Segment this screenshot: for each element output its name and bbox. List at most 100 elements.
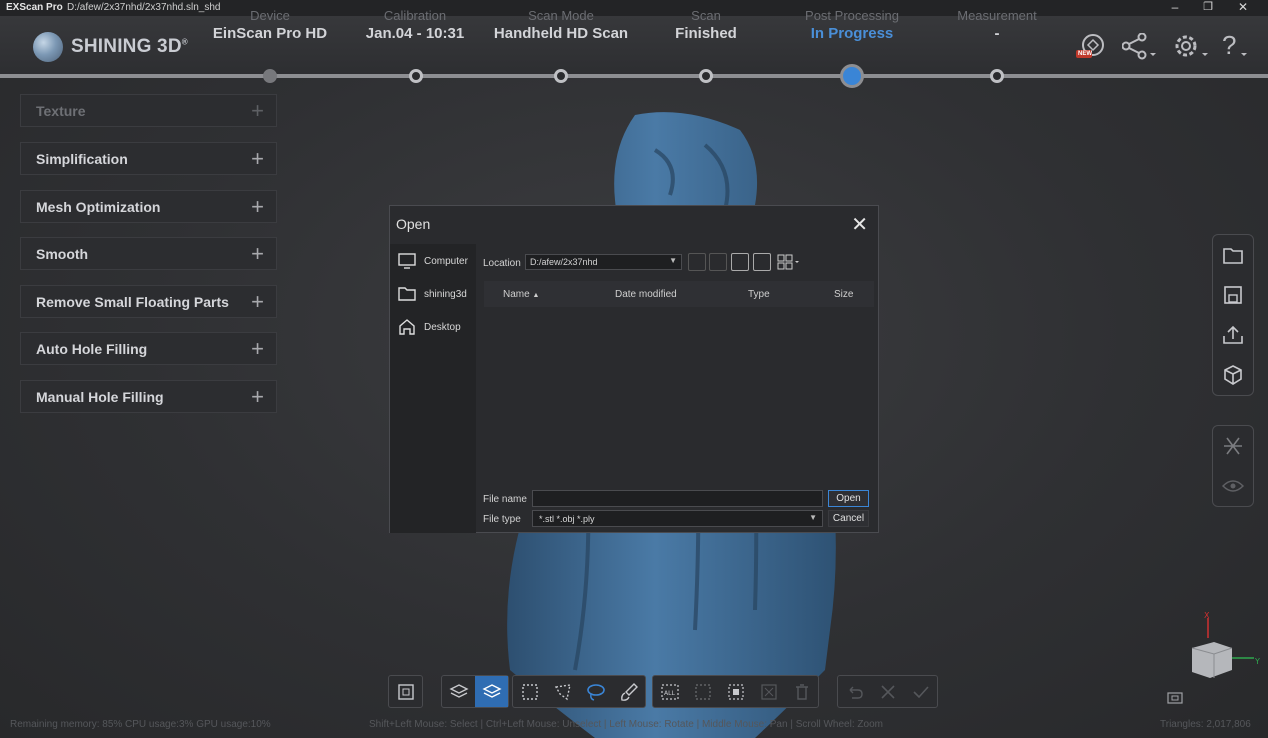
folder-icon [398, 287, 416, 301]
mesh-align-icon[interactable] [1213, 426, 1253, 466]
sidebar-item-computer[interactable]: Computer [398, 253, 468, 269]
brand-name: SHINING 3D [71, 36, 182, 57]
column-size[interactable]: Size [834, 289, 853, 300]
file-name-input[interactable] [532, 490, 823, 507]
location-value: D:/afew/2x37nhd [530, 257, 598, 267]
sidebar-item-shining3d[interactable]: shining3d [398, 286, 467, 302]
panel-remove-floating-parts[interactable]: Remove Small Floating Parts + [20, 285, 277, 318]
step-scan-mode[interactable]: Scan Mode Handheld HD Scan [486, 8, 636, 42]
brand-mark: ® [181, 37, 188, 47]
step-measurement[interactable]: Measurement - [922, 8, 1072, 42]
open-dialog: Open ✕ Computer shining3d Desktop Locati… [389, 205, 879, 533]
file-type-label: File type [483, 514, 521, 525]
file-type-select[interactable]: *.stl *.obj *.ply ▼ [532, 510, 823, 527]
axis-gizmo[interactable]: X Y [1180, 608, 1260, 688]
step-post-processing[interactable]: Post Processing In Progress [777, 8, 927, 42]
column-name[interactable]: Name ▲ [503, 289, 539, 300]
step-label: Scan Mode [528, 8, 594, 23]
step-node[interactable] [990, 69, 1004, 83]
toolbar-view-group [388, 675, 423, 708]
undo-icon[interactable] [838, 676, 871, 707]
step-label: Calibration [383, 8, 447, 23]
apply-check-icon[interactable] [904, 676, 937, 707]
clear-select-icon[interactable] [752, 676, 785, 707]
panel-label: Auto Hole Filling [36, 341, 148, 357]
panel-manual-hole-filling[interactable]: Manual Hole Filling + [20, 380, 277, 413]
step-node-current[interactable] [840, 64, 864, 88]
sidebar-item-desktop[interactable]: Desktop [398, 319, 461, 335]
step-device[interactable]: Device EinScan Pro HD [195, 8, 345, 42]
cancel-button[interactable]: Cancel [828, 510, 869, 527]
mouse-hints: Shift+Left Mouse: Select | Ctrl+Left Mou… [369, 719, 883, 730]
invert-select-icon[interactable] [686, 676, 719, 707]
brush-select-icon[interactable] [612, 676, 645, 707]
file-tools-group [1212, 234, 1254, 396]
save-icon[interactable] [1213, 275, 1253, 315]
step-value: Jan.04 - 10:31 [365, 25, 465, 42]
panel-smooth[interactable]: Smooth + [20, 237, 277, 270]
dialog-title: Open [396, 216, 431, 232]
help-icon[interactable]: ? [1222, 30, 1247, 61]
parent-folder-icon[interactable] [731, 253, 749, 271]
sidebar-label: Computer [424, 255, 468, 267]
fit-view-icon[interactable] [389, 676, 422, 707]
step-value: EinScan Pro HD [212, 25, 328, 42]
column-date-modified[interactable]: Date modified [615, 289, 677, 300]
expand-plus-icon[interactable]: + [251, 98, 264, 124]
step-node[interactable] [409, 69, 423, 83]
lasso-select-icon[interactable] [579, 676, 612, 707]
step-label: Scan [691, 8, 721, 23]
polygon-select-icon[interactable] [546, 676, 579, 707]
panel-mesh-optimization[interactable]: Mesh Optimization + [20, 190, 277, 223]
dialog-sidebar: Computer shining3d Desktop [390, 244, 476, 533]
dialog-main: Location D:/afew/2x37nhd ▼ Name ▲ Date m… [476, 244, 878, 533]
panel-label: Mesh Optimization [36, 199, 161, 215]
gear-icon[interactable] [1172, 32, 1210, 67]
expand-plus-icon[interactable]: + [251, 241, 264, 267]
expand-plus-icon[interactable]: + [251, 384, 264, 410]
restore-button[interactable]: ❐ [1198, 0, 1218, 13]
step-node[interactable] [263, 69, 277, 83]
step-node[interactable] [554, 69, 568, 83]
expand-plus-icon[interactable]: + [251, 336, 264, 362]
select-all-icon[interactable]: ALL [653, 676, 686, 707]
new-folder-icon[interactable] [753, 253, 771, 271]
view-mode-icon[interactable] [777, 253, 801, 276]
trash-icon[interactable] [785, 676, 818, 707]
open-folder-icon[interactable] [1213, 235, 1253, 275]
panel-texture[interactable]: Texture + [20, 94, 277, 127]
step-node[interactable] [699, 69, 713, 83]
step-calibration[interactable]: Calibration Jan.04 - 10:31 [340, 8, 490, 42]
layers-icon[interactable] [442, 676, 475, 707]
scanner-new-icon[interactable]: NEW [1076, 32, 1108, 65]
rect-select-icon[interactable] [513, 676, 546, 707]
step-label: Post Processing [805, 8, 899, 23]
location-select[interactable]: D:/afew/2x37nhd ▼ [525, 254, 682, 270]
cancel-x-icon[interactable] [871, 676, 904, 707]
panel-label: Simplification [36, 151, 128, 167]
eye-icon[interactable] [1213, 466, 1253, 506]
panel-label: Remove Small Floating Parts [36, 294, 229, 310]
back-icon[interactable] [688, 253, 706, 271]
column-type[interactable]: Type [748, 289, 770, 300]
open-button[interactable]: Open [828, 490, 869, 507]
minimize-button[interactable]: – [1165, 0, 1185, 14]
export-icon[interactable] [1213, 315, 1253, 355]
expand-plus-icon[interactable]: + [251, 146, 264, 172]
select-connected-icon[interactable] [719, 676, 752, 707]
close-window-button[interactable]: ✕ [1233, 0, 1253, 14]
step-scan[interactable]: Scan Finished [631, 8, 781, 42]
axis-x-label: X [1204, 611, 1210, 620]
cube-icon[interactable] [1213, 355, 1253, 395]
fit-screen-icon[interactable] [1166, 690, 1184, 711]
dialog-close-icon[interactable]: ✕ [851, 212, 868, 237]
panel-simplification[interactable]: Simplification + [20, 142, 277, 175]
panel-auto-hole-filling[interactable]: Auto Hole Filling + [20, 332, 277, 365]
forward-icon[interactable] [709, 253, 727, 271]
layers-through-icon[interactable] [475, 676, 508, 707]
file-name-label: File name [483, 494, 527, 505]
expand-plus-icon[interactable]: + [251, 289, 264, 315]
expand-plus-icon[interactable]: + [251, 194, 264, 220]
location-label: Location [483, 258, 521, 269]
share-icon[interactable] [1121, 32, 1158, 66]
